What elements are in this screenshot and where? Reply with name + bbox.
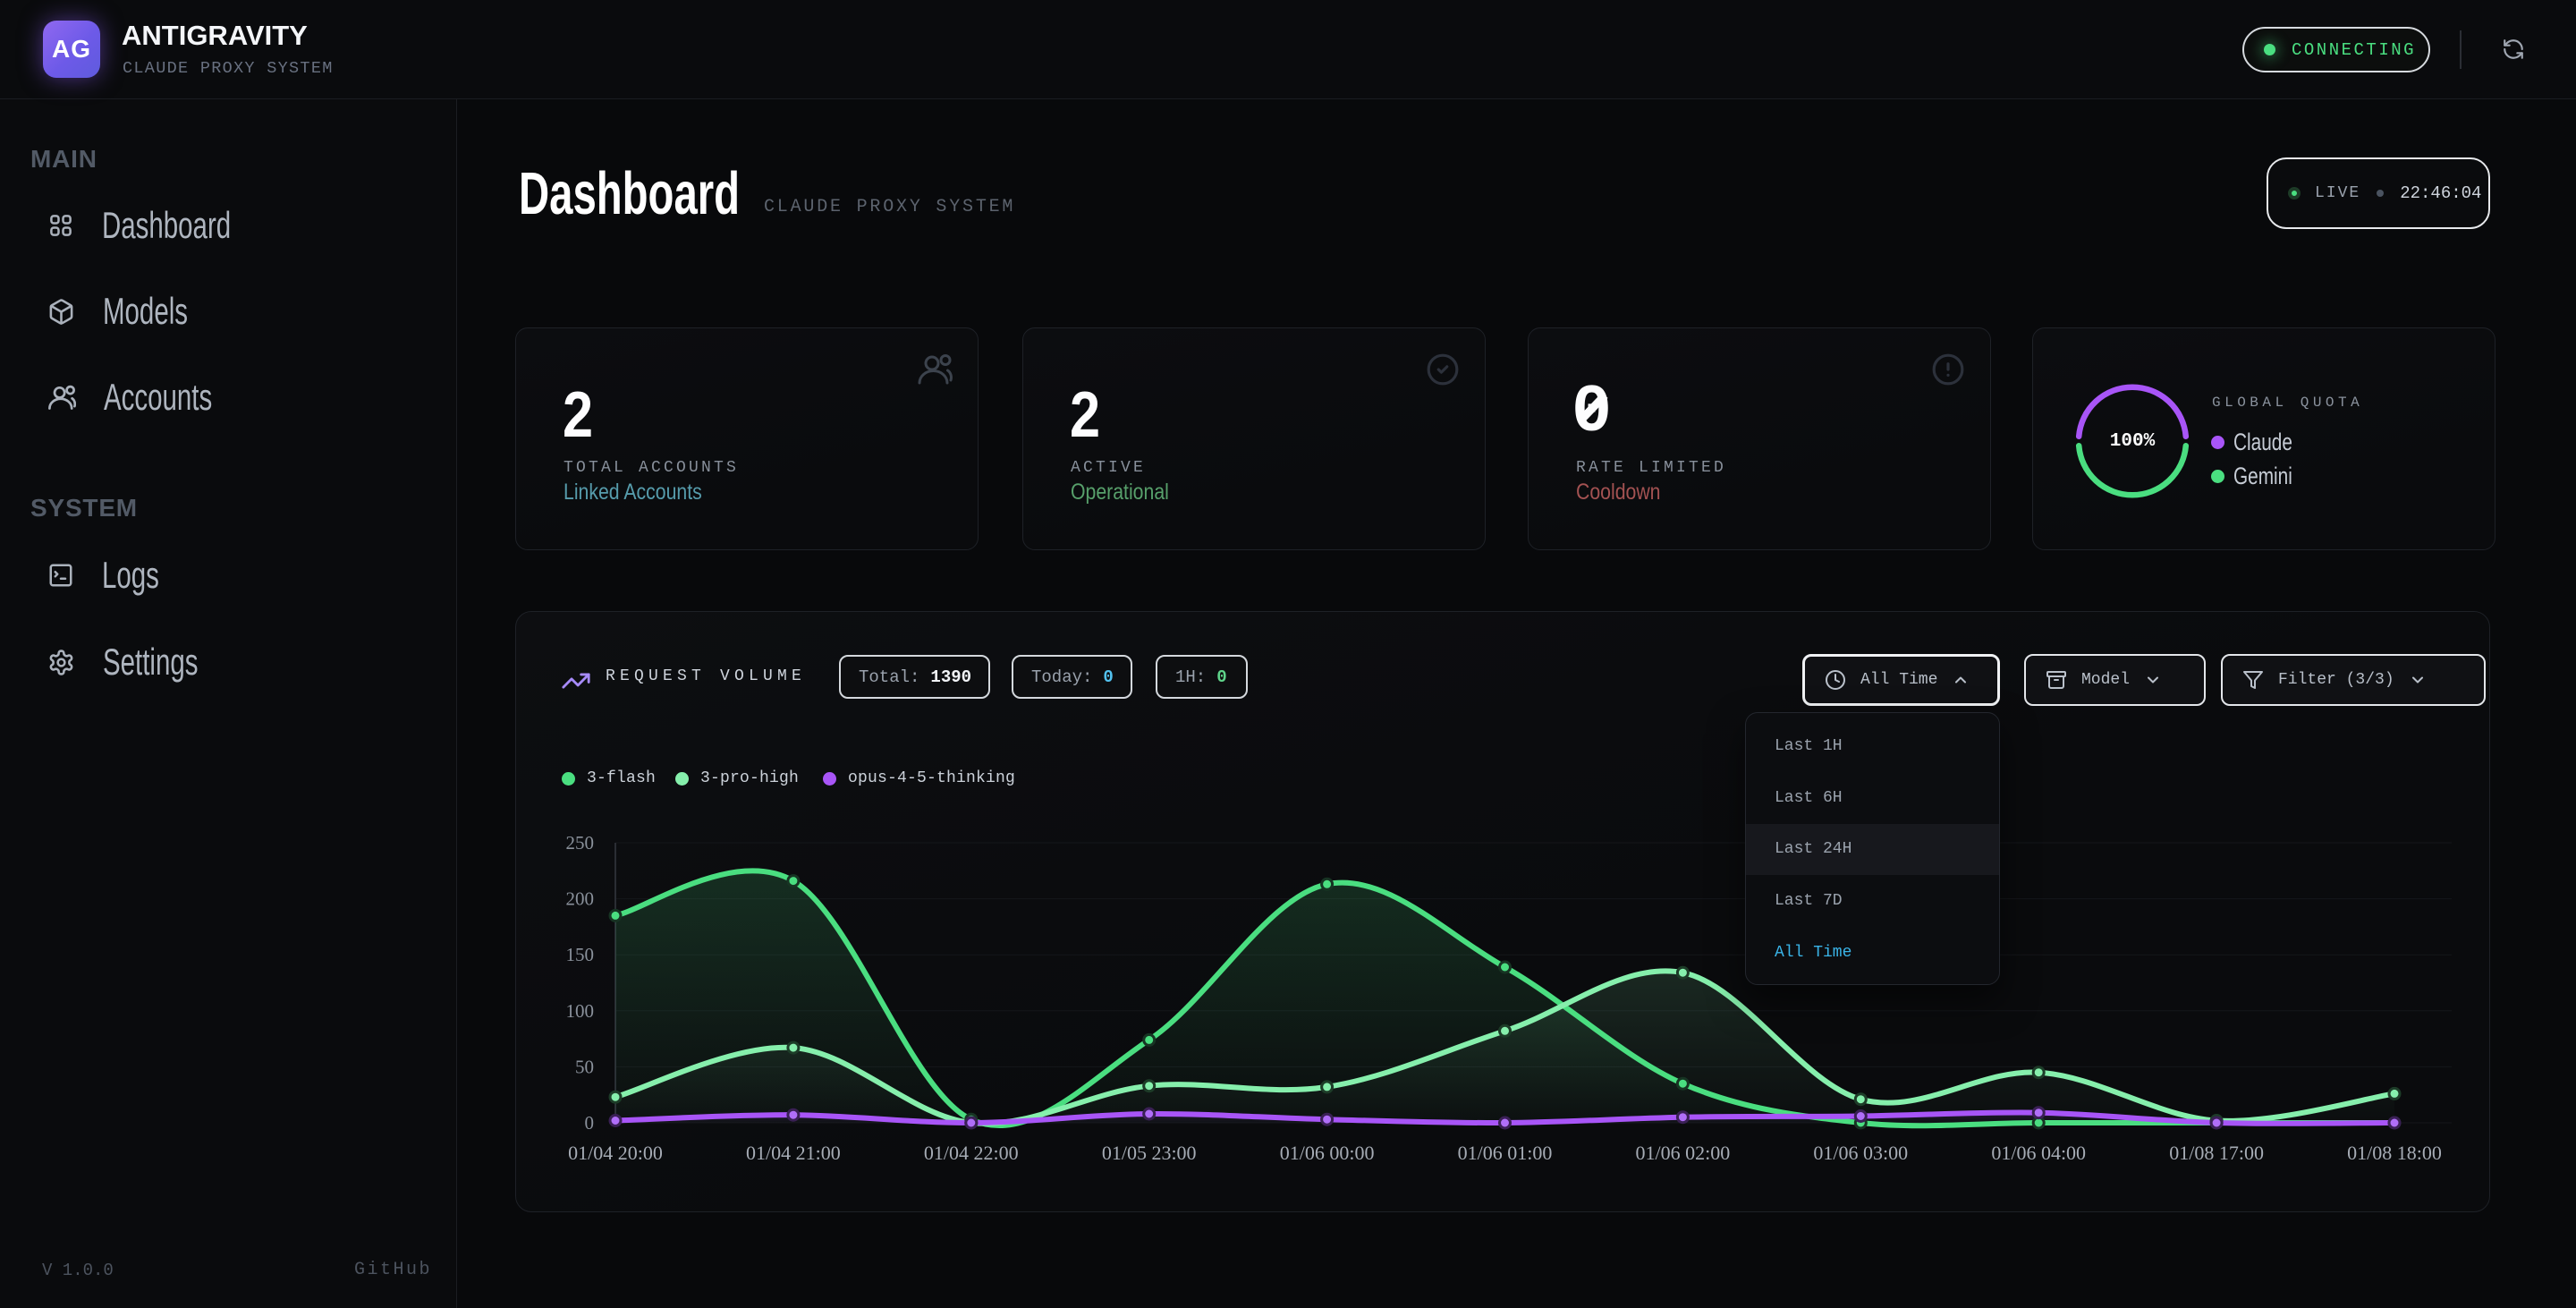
svg-text:01/06 03:00: 01/06 03:00: [1813, 1142, 1908, 1164]
svg-text:01/06 02:00: 01/06 02:00: [1636, 1142, 1731, 1164]
svg-text:01/08 17:00: 01/08 17:00: [2169, 1142, 2264, 1164]
svg-text:01/04 22:00: 01/04 22:00: [924, 1142, 1019, 1164]
svg-text:01/08 18:00: 01/08 18:00: [2347, 1142, 2442, 1164]
svg-text:250: 250: [566, 832, 595, 854]
svg-text:100: 100: [566, 1000, 595, 1022]
svg-text:150: 150: [566, 944, 595, 965]
svg-text:01/06 01:00: 01/06 01:00: [1458, 1142, 1553, 1164]
svg-text:200: 200: [566, 888, 595, 910]
svg-text:01/04 21:00: 01/04 21:00: [746, 1142, 841, 1164]
svg-text:01/04 20:00: 01/04 20:00: [568, 1142, 663, 1164]
svg-text:0: 0: [585, 1112, 595, 1134]
svg-text:01/05 23:00: 01/05 23:00: [1102, 1142, 1197, 1164]
svg-text:50: 50: [575, 1056, 594, 1077]
svg-text:01/06 04:00: 01/06 04:00: [1991, 1142, 2086, 1164]
svg-text:01/06 00:00: 01/06 00:00: [1280, 1142, 1375, 1164]
